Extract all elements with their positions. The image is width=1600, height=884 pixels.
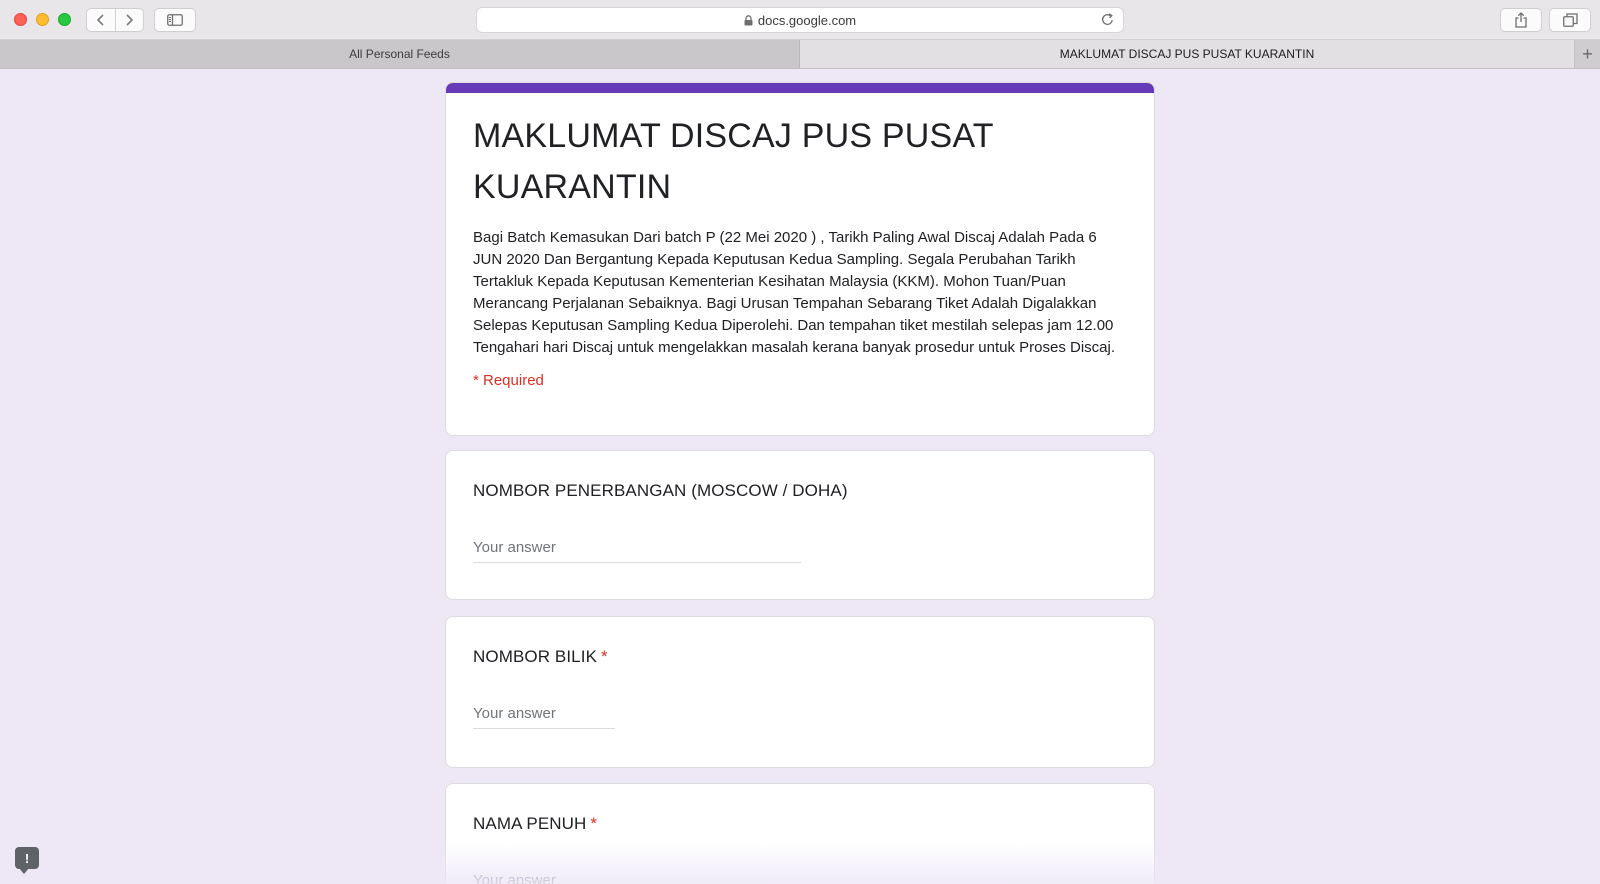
full-name-input[interactable]: Your answer xyxy=(473,872,673,884)
question-title: NOMBOR PENERBANGAN (MOSCOW / DOHA) xyxy=(473,481,1127,501)
chevron-right-icon xyxy=(126,14,134,26)
tab-overview-button[interactable] xyxy=(1549,8,1591,32)
question-card-room-number: NOMBOR BILIK * Your answer xyxy=(445,616,1155,768)
tab-bar: All Personal Feeds MAKLUMAT DISCAJ PUS P… xyxy=(0,40,1600,69)
question-title: NOMBOR BILIK * xyxy=(473,647,1127,667)
back-button[interactable] xyxy=(87,9,115,31)
chevron-left-icon xyxy=(96,14,104,26)
plus-icon: + xyxy=(1582,43,1593,64)
tab-label: All Personal Feeds xyxy=(349,47,450,61)
form-description: Bagi Batch Kemasukan Dari batch P (22 Me… xyxy=(473,229,1116,356)
share-icon xyxy=(1515,12,1527,28)
address-bar[interactable]: docs.google.com xyxy=(476,7,1124,33)
question-card-flight-number: NOMBOR PENERBANGAN (MOSCOW / DOHA) Your … xyxy=(445,450,1155,600)
tab-form[interactable]: MAKLUMAT DISCAJ PUS PUSAT KUARANTIN xyxy=(800,40,1574,68)
feedback-icon: ! xyxy=(24,850,30,866)
window-close-button[interactable] xyxy=(14,13,27,26)
tab-label: MAKLUMAT DISCAJ PUS PUSAT KUARANTIN xyxy=(1059,47,1315,61)
required-note: * Required xyxy=(473,372,544,389)
lock-icon xyxy=(744,14,753,26)
share-button[interactable] xyxy=(1500,8,1542,32)
form-page: MAKLUMAT DISCAJ PUS PUSAT KUARANTIN Bagi… xyxy=(0,70,1600,884)
room-number-input[interactable]: Your answer xyxy=(473,705,615,729)
tab-overview-icon xyxy=(1562,13,1578,27)
sidebar-icon xyxy=(167,14,183,26)
form-title: MAKLUMAT DISCAJ PUS PUSAT KUARANTIN xyxy=(473,117,994,206)
required-star: * xyxy=(601,647,608,666)
window-minimize-button[interactable] xyxy=(36,13,49,26)
tab-all-personal-feeds[interactable]: All Personal Feeds xyxy=(0,40,800,68)
reload-icon xyxy=(1102,13,1113,25)
window-maximize-button[interactable] xyxy=(58,13,71,26)
flight-number-input[interactable]: Your answer xyxy=(473,539,801,563)
reload-button[interactable] xyxy=(1100,12,1115,27)
form-header-card: MAKLUMAT DISCAJ PUS PUSAT KUARANTIN Bagi… xyxy=(445,82,1155,436)
address-url: docs.google.com xyxy=(757,12,857,28)
question-label: NOMBOR BILIK xyxy=(473,647,598,666)
question-label: NOMBOR PENERBANGAN (MOSCOW / DOHA) xyxy=(473,481,848,500)
feedback-button[interactable]: ! xyxy=(15,847,39,874)
browser-toolbar: docs.google.com xyxy=(0,0,1600,40)
question-label: NAMA PENUH xyxy=(473,814,587,833)
required-star: * xyxy=(590,814,598,833)
form-accent-bar xyxy=(446,83,1154,93)
new-tab-button[interactable]: + xyxy=(1574,40,1600,68)
navigation-buttons xyxy=(86,8,144,32)
question-card-full-name: NAMA PENUH * Your answer xyxy=(445,783,1155,884)
question-title: NAMA PENUH * xyxy=(473,814,1127,834)
sidebar-toggle-button[interactable] xyxy=(154,8,196,32)
forward-button[interactable] xyxy=(114,9,144,31)
